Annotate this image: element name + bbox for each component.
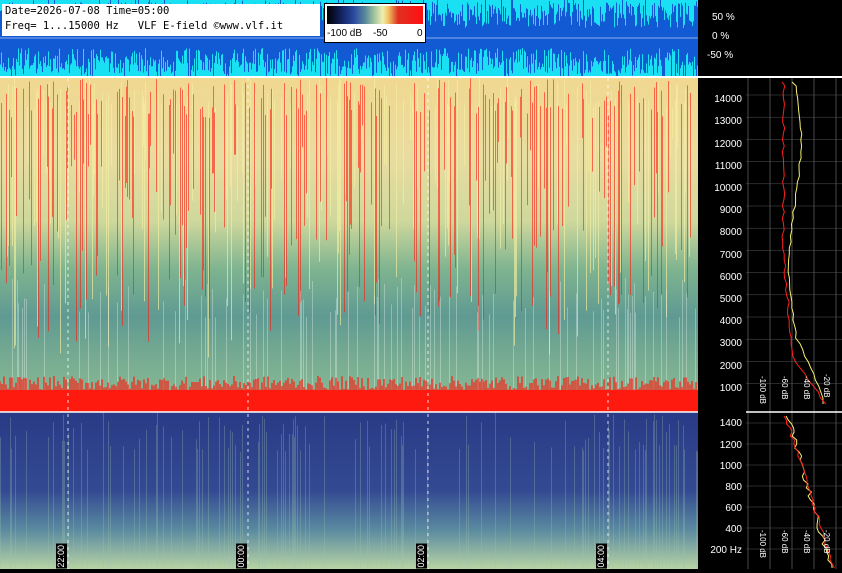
amp-label-50: 50 % (712, 12, 735, 23)
freq-label: 14000 (714, 94, 742, 105)
profile-mean-curve (787, 81, 824, 405)
freq-label: 6000 (719, 272, 742, 283)
amp-label-minus50: -50 % (707, 50, 734, 61)
profile-db-label: -20 dB (822, 530, 831, 554)
date-time-label: Date=2026-07-08 Time=05:00 (5, 5, 170, 17)
profile-db-label: -40 dB (802, 376, 811, 400)
freq-label: 11000 (714, 161, 742, 172)
freq-label: 12000 (714, 139, 742, 150)
freq-label: 400 (725, 524, 742, 535)
profile-db-label: -40 dB (802, 530, 811, 554)
freq-label: 1200 (719, 440, 742, 451)
freq-label: 7000 (719, 250, 742, 261)
profile-db-label: -60 dB (780, 376, 789, 400)
profile-db-label: -60 dB (780, 530, 789, 554)
time-label-0000: 00:00 (236, 544, 247, 569)
lower-band-bg (0, 412, 698, 569)
amp-label-0: 0 % (712, 31, 730, 42)
time-label-0400: 04:00 (596, 544, 607, 569)
freq-label: 9000 (719, 205, 742, 216)
spectrogram-image (0, 78, 698, 569)
freq-label: 4000 (719, 316, 742, 327)
freq-label: 600 (725, 503, 742, 514)
freq-label: 1400 (719, 418, 742, 429)
info-box: Date=2026-07-08 Time=05:00 Freq= 1...150… (2, 4, 320, 36)
spectrogram: 22:00 00:00 02:00 04:00 (0, 78, 698, 569)
freq-label: 13000 (714, 116, 742, 127)
profile-db-label: -20 dB (822, 374, 831, 398)
profile-db-label: -100 dB (758, 530, 767, 559)
color-gradient (327, 6, 423, 24)
color-scale-bar: -100 dB -50 0 (324, 3, 426, 43)
freq-label: 1000 (719, 383, 742, 394)
profile-min-curve (781, 81, 827, 405)
freq-label: 8000 (719, 227, 742, 238)
freq-label: 2000 (719, 361, 742, 372)
frequency-axis: 14000 13000 12000 11000 10000 9000 8000 … (698, 78, 746, 569)
spectrum-profile-panel: -100 dB -60 dB -40 dB -20 dB -100 dB -60… (746, 78, 842, 569)
freq-label: 1000 (719, 461, 742, 472)
time-label-0200: 02:00 (416, 544, 427, 569)
spectrum-profile-plot (746, 78, 842, 569)
freq-label: 800 (725, 482, 742, 493)
scale-label-min: -100 dB (327, 28, 363, 39)
freq-label: 200 Hz (710, 545, 742, 556)
strong-low-band (0, 390, 698, 412)
freq-label: 3000 (719, 338, 742, 349)
freq-label: 5000 (719, 294, 742, 305)
time-label-2200: 22:00 (56, 544, 67, 569)
profile-db-label: -100 dB (758, 376, 767, 405)
freq-range-label: Freq= 1...15000 Hz VLF E-field ©www.vlf.… (5, 20, 284, 32)
scale-label-max: 0 (417, 28, 423, 39)
freq-label: 10000 (714, 183, 742, 194)
scale-label-mid: -50 (373, 28, 388, 39)
